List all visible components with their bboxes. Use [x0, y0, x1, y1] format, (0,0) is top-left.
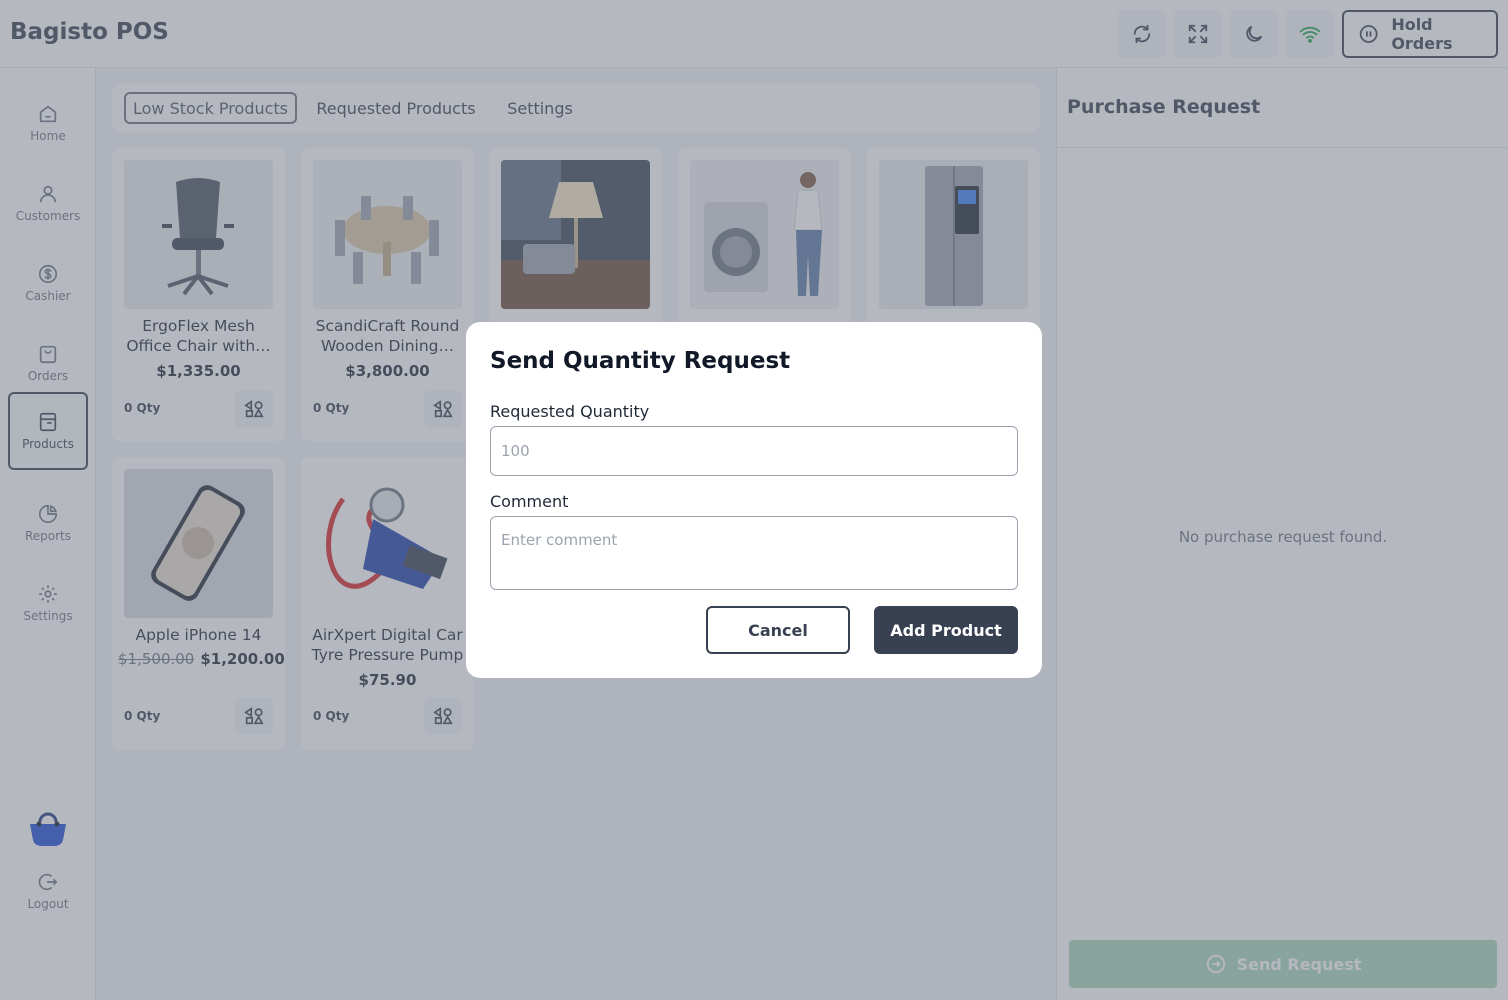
comment-textarea[interactable]	[490, 516, 1018, 590]
send-quantity-request-modal: Send Quantity Request Requested Quantity…	[466, 322, 1042, 678]
cancel-button[interactable]: Cancel	[706, 606, 850, 654]
modal-title: Send Quantity Request	[490, 348, 791, 374]
add-product-button[interactable]: Add Product	[874, 606, 1018, 654]
requested-quantity-input[interactable]	[490, 426, 1018, 476]
requested-quantity-label: Requested Quantity	[490, 402, 650, 421]
comment-label: Comment	[490, 492, 569, 511]
